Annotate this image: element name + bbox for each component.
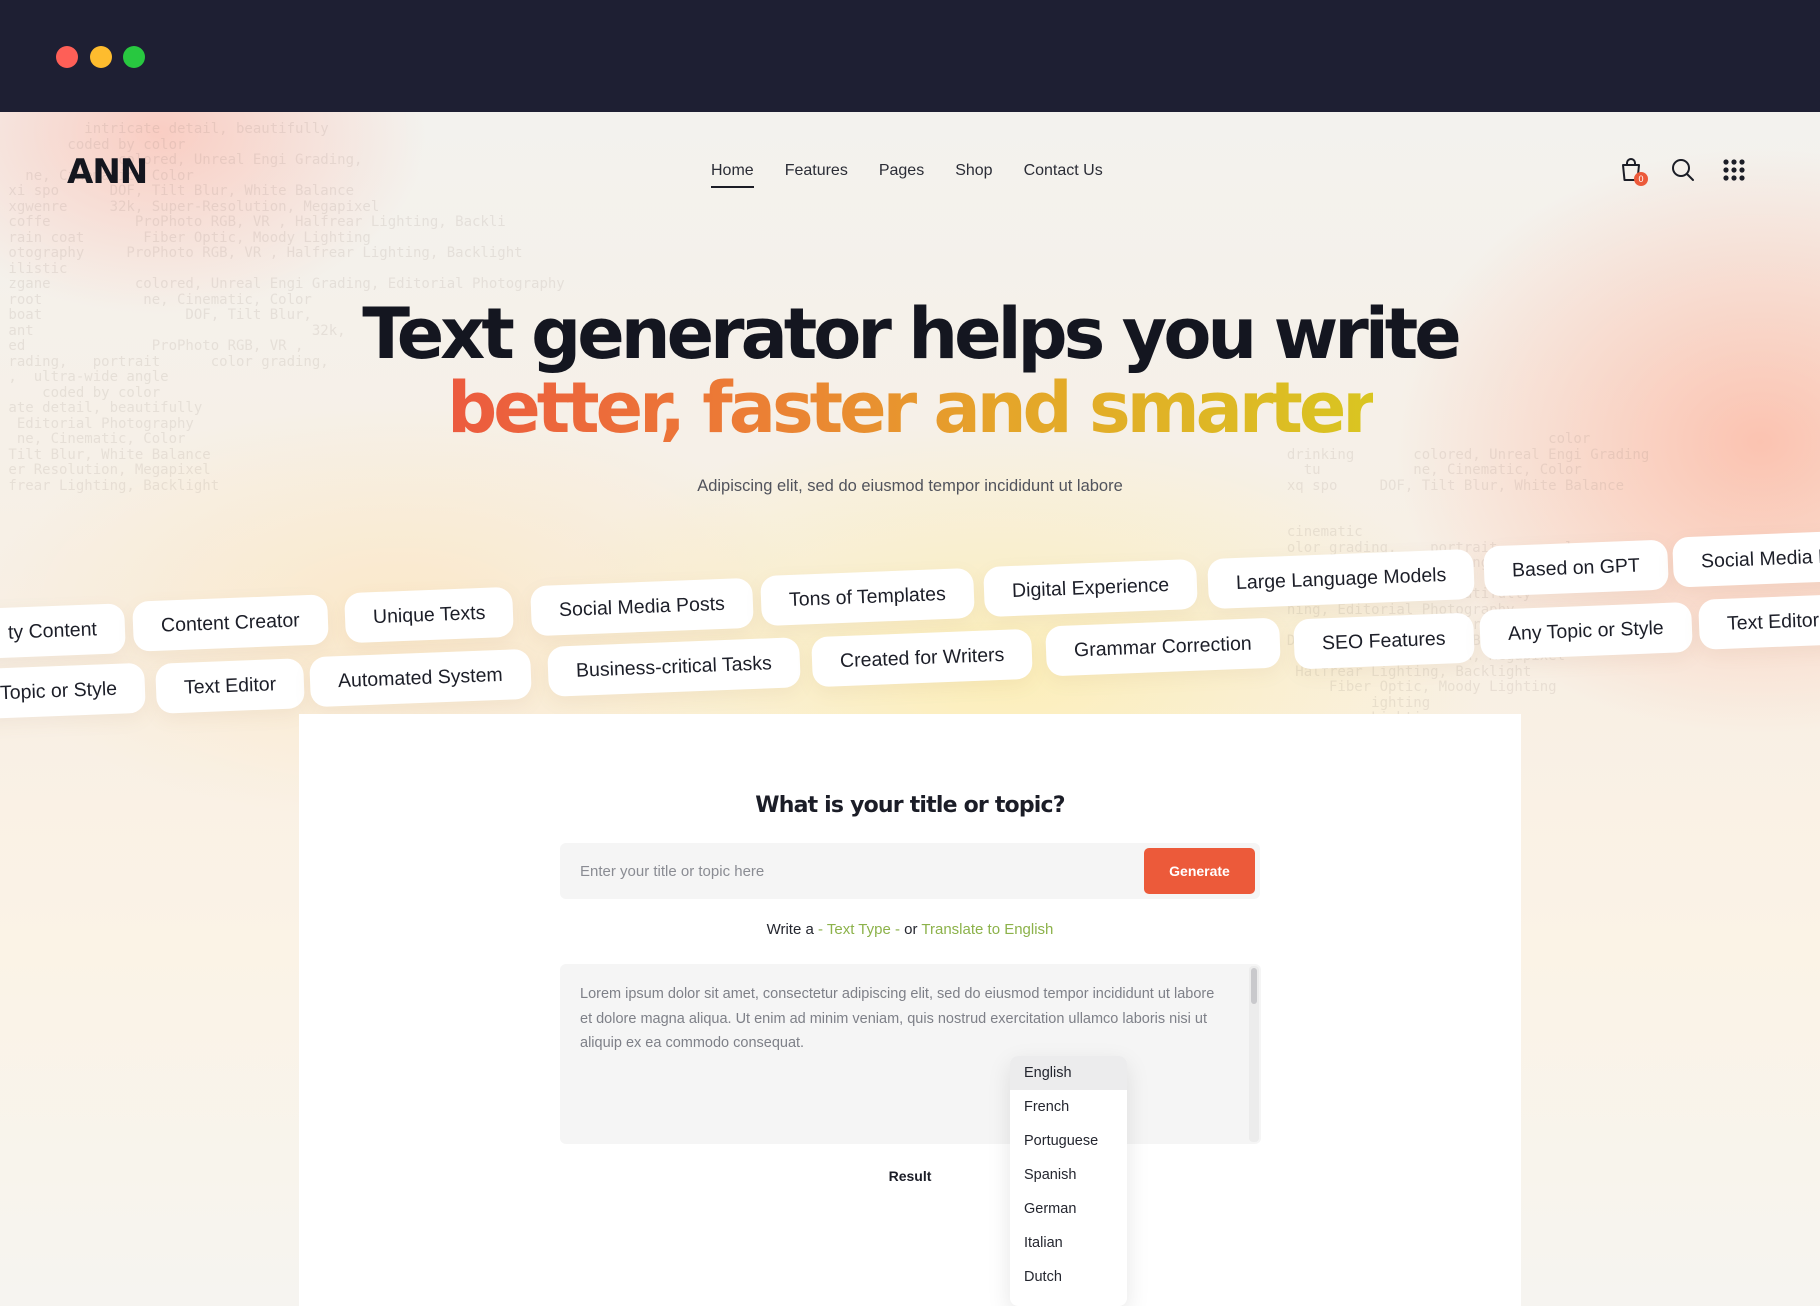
tag-pill[interactable]: Automated System <box>309 648 532 708</box>
maximize-window-button[interactable] <box>123 46 145 68</box>
language-option-german[interactable]: German <box>1010 1192 1127 1226</box>
language-option-spanish[interactable]: Spanish <box>1010 1158 1127 1192</box>
tag-pill[interactable]: SEO Features <box>1293 612 1475 670</box>
topic-input[interactable] <box>580 843 1150 899</box>
tag-pill[interactable]: Any Topic or Style <box>1479 601 1693 661</box>
tag-pill[interactable]: Social Media P <box>1672 530 1820 588</box>
or-label: or <box>904 921 918 938</box>
tag-pill[interactable]: Digital Experience <box>983 558 1199 618</box>
tag-cloud: ty Content Content Creator Unique Texts … <box>0 112 1820 812</box>
language-dropdown: English French Portuguese Spanish German… <box>1010 1056 1127 1306</box>
language-option-dutch[interactable]: Dutch <box>1010 1260 1127 1294</box>
close-window-button[interactable] <box>56 46 78 68</box>
tag-pill[interactable]: Text Editor <box>1698 594 1820 650</box>
textarea-scroll-thumb[interactable] <box>1251 968 1257 1004</box>
window-titlebar <box>0 0 1820 112</box>
tag-pill[interactable]: Content Creator <box>132 594 329 652</box>
tag-pill[interactable]: Grammar Correction <box>1045 617 1281 677</box>
write-options-line: Write a - Text Type - or Translate to En… <box>299 921 1521 938</box>
language-option-french[interactable]: French <box>1010 1090 1127 1124</box>
language-option-portuguese[interactable]: Portuguese <box>1010 1124 1127 1158</box>
topic-input-bar: Generate <box>560 843 1260 899</box>
result-label: Result <box>888 1168 932 1184</box>
tag-pill[interactable]: Business-critical Tasks <box>547 637 801 697</box>
output-text: Lorem ipsum dolor sit amet, consectetur … <box>580 986 1215 1051</box>
translate-select[interactable]: Translate to English <box>921 921 1053 938</box>
tag-pill[interactable]: Topic or Style <box>0 662 146 720</box>
output-textarea[interactable]: Lorem ipsum dolor sit amet, consectetur … <box>560 964 1261 1144</box>
text-type-select[interactable]: - Text Type - <box>818 921 900 938</box>
tag-pill[interactable]: Social Media Posts <box>530 577 754 637</box>
generate-button[interactable]: Generate <box>1144 848 1255 894</box>
tag-pill[interactable]: ty Content <box>0 603 126 659</box>
language-option-italian[interactable]: Italian <box>1010 1226 1127 1260</box>
tag-pill[interactable]: Unique Texts <box>344 586 515 644</box>
tag-pill[interactable]: Tons of Templates <box>760 567 975 627</box>
language-option-english[interactable]: English <box>1010 1056 1127 1090</box>
write-prefix: Write a <box>766 921 814 938</box>
minimize-window-button[interactable] <box>90 46 112 68</box>
tag-pill[interactable]: Based on GPT <box>1483 539 1669 597</box>
tag-pill[interactable]: Created for Writers <box>811 628 1034 688</box>
tag-pill[interactable]: Large Language Models <box>1207 548 1476 610</box>
generator-card: What is your title or topic? Generate Wr… <box>299 714 1521 1306</box>
tag-pill[interactable]: Text Editor <box>155 658 306 714</box>
generator-title: What is your title or topic? <box>755 793 1065 818</box>
